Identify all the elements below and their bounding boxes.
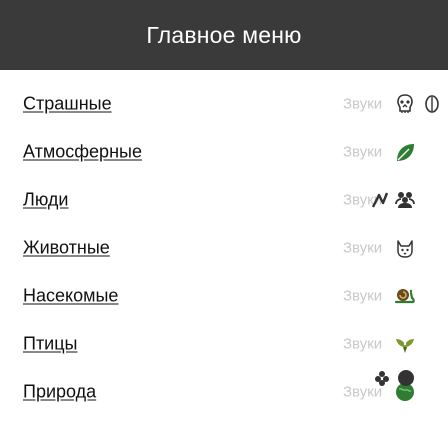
sounds-link-birds[interactable]: Звуки: [343, 336, 382, 353]
blob-decor-icon: [396, 368, 416, 388]
app-header: Главное меню: [0, 0, 448, 70]
sounds-link-atmospheric[interactable]: Звуки: [343, 144, 382, 161]
moth-icon: [422, 94, 442, 114]
leaf-icon[interactable]: [394, 141, 416, 163]
menu-link-scary[interactable]: Страшные: [23, 94, 112, 115]
bow-icon: [370, 190, 390, 210]
menu-row-people: Люди Звуки: [0, 176, 448, 224]
menu-link-people[interactable]: Люди: [23, 190, 68, 211]
people-group-icon[interactable]: [394, 189, 416, 211]
bird-icon[interactable]: [394, 333, 416, 355]
menu-link-birds[interactable]: Птицы: [23, 334, 77, 355]
cat-head-icon[interactable]: [394, 237, 416, 259]
sounds-link-scary[interactable]: Звуки: [343, 96, 382, 113]
menu-row-insects: Насекомые Звуки: [0, 272, 448, 320]
menu-row-birds: Птицы Звуки: [0, 320, 448, 368]
skull-mask-icon[interactable]: [394, 93, 416, 115]
page-title: Главное меню: [146, 21, 302, 48]
menu-row-animals: Животные Звуки: [0, 224, 448, 272]
menu-link-insects[interactable]: Насекомые: [23, 286, 118, 307]
sounds-link-insects[interactable]: Звуки: [343, 288, 382, 305]
menu-row-atmospheric: Атмосферные Звуки: [0, 128, 448, 176]
sounds-link-animals[interactable]: Звуки: [343, 240, 382, 257]
menu-row-scary: Страшные Звуки: [0, 80, 448, 128]
menu-link-nature[interactable]: Природа: [23, 382, 96, 403]
menu-link-atmospheric[interactable]: Атмосферные: [23, 142, 142, 163]
menu-link-animals[interactable]: Животные: [23, 238, 110, 259]
snail-icon[interactable]: [394, 285, 416, 307]
flower-decor-icon: [372, 368, 392, 388]
